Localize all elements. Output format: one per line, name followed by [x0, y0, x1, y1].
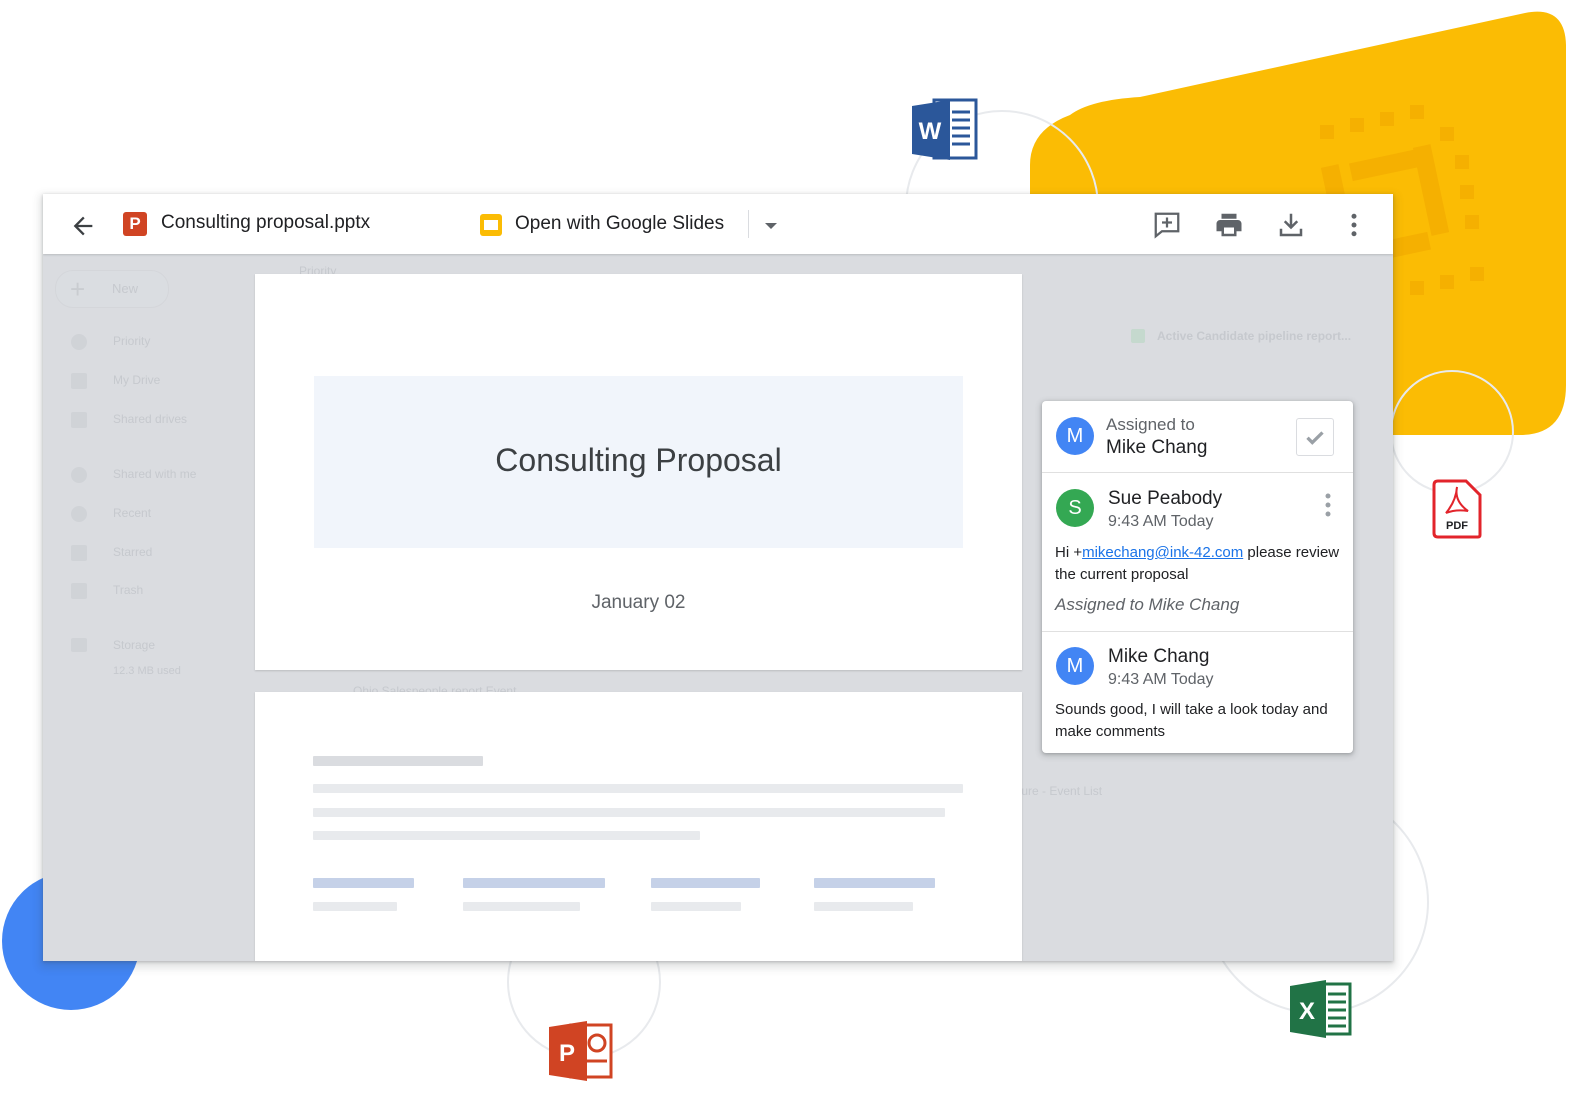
more-vert-icon[interactable]	[1339, 210, 1369, 240]
sidebar-ghost-icon	[71, 545, 87, 561]
heading-placeholder	[313, 756, 483, 766]
avatar: M	[1056, 417, 1094, 455]
powerpoint-file-icon: P	[123, 212, 147, 236]
comment-body: Sounds good, I will take a look today an…	[1055, 701, 1328, 740]
preview-toolbar: P Consulting proposal.pptx Open with Goo…	[43, 194, 1393, 254]
column-header-placeholder	[463, 878, 605, 888]
slide-title: Consulting Proposal	[495, 442, 782, 478]
sidebar-ghost-item: My Drive	[113, 373, 161, 387]
comment-timestamp: 9:43 AM Today	[1108, 513, 1214, 530]
sidebar-ghost-item: Priority	[113, 334, 151, 348]
more-vert-icon[interactable]	[1318, 489, 1338, 521]
sidebar-ghost-icon	[71, 467, 87, 483]
column-text-placeholder	[814, 902, 913, 911]
sidebar-ghost-item: Shared drives	[113, 412, 188, 426]
comment-author: Sue Peabody	[1108, 488, 1223, 509]
comment-body: Hi +mikechang@ink-42.com please review t…	[1055, 542, 1345, 586]
column-text-placeholder	[313, 902, 397, 911]
sidebar-ghost-item: Starred	[113, 545, 153, 559]
avatar: S	[1056, 489, 1094, 527]
text-line-placeholder	[313, 831, 700, 840]
assignee-name: Mike Chang	[1106, 437, 1208, 458]
storage-ghost: 12.3 MB used	[113, 665, 181, 677]
new-button-ghost: + New	[55, 270, 169, 308]
sidebar-ghost-item: Trash	[113, 583, 144, 597]
add-comment-icon[interactable]	[1152, 210, 1182, 240]
comment-item: S Sue Peabody 9:43 AM Today Hi +mikechan…	[1042, 473, 1353, 632]
slide-1[interactable]: Consulting Proposal January 02	[255, 274, 1022, 670]
card-icon-ghost	[1131, 329, 1145, 343]
assignment-note: Assigned to Mike Chang	[1055, 595, 1240, 614]
sidebar-ghost-icon	[71, 412, 87, 428]
assignment-header: M Assigned to Mike Chang	[1042, 401, 1353, 473]
pdf-icon: PDF	[1432, 479, 1482, 539]
excel-icon: X	[1290, 980, 1352, 1038]
text-line-placeholder	[313, 808, 945, 817]
column-text-placeholder	[463, 902, 580, 911]
google-slides-icon	[480, 214, 502, 236]
toolbar-divider	[748, 210, 749, 238]
powerpoint-icon-letter: P	[559, 1040, 575, 1067]
sidebar-ghost-item: Storage	[113, 638, 156, 652]
slide-date: January 02	[591, 592, 686, 613]
assigned-to-label: Assigned to	[1106, 415, 1195, 434]
sidebar-ghost-icon	[71, 506, 87, 522]
download-icon[interactable]	[1276, 210, 1306, 240]
pdf-icon-label: PDF	[1446, 520, 1468, 532]
word-icon: W	[912, 98, 978, 160]
checkmark-icon	[1306, 431, 1324, 445]
file-name: Consulting proposal.pptx	[161, 212, 371, 233]
decorative-ring	[1390, 370, 1514, 494]
card-title-ghost: Active Candidate pipeline report...	[1157, 329, 1352, 343]
open-with-label: Open with Google Slides	[515, 213, 725, 234]
text-line-placeholder	[313, 784, 963, 793]
column-text-placeholder	[651, 902, 741, 911]
column-header-placeholder	[814, 878, 935, 888]
comment-item: M Mike Chang 9:43 AM Today Sounds good, …	[1042, 632, 1353, 752]
comment-body-prefix: Hi +	[1055, 544, 1083, 561]
sidebar-ghost-icon	[71, 373, 87, 389]
event-ghost: ture - Event List	[1018, 784, 1103, 798]
avatar: M	[1056, 647, 1094, 685]
chevron-down-icon[interactable]	[759, 214, 783, 238]
slide-2[interactable]	[255, 692, 1022, 961]
comment-author: Mike Chang	[1108, 646, 1210, 667]
print-icon[interactable]	[1214, 210, 1244, 240]
sidebar-ghost-icon	[71, 583, 87, 599]
comment-timestamp: 9:43 AM Today	[1108, 671, 1214, 688]
powerpoint-icon: P	[549, 1021, 613, 1081]
resolve-button[interactable]	[1296, 418, 1334, 456]
mention-link[interactable]: mikechang@ink-42.com	[1082, 544, 1243, 561]
sidebar-ghost-item: Recent	[113, 506, 152, 520]
comment-thread-card: M Assigned to Mike Chang S Sue Peabody 9…	[1042, 401, 1353, 753]
word-icon-letter: W	[919, 118, 942, 145]
excel-icon-letter: X	[1299, 998, 1315, 1025]
sidebar-ghost-item: Shared with me	[113, 467, 197, 481]
column-header-placeholder	[651, 878, 760, 888]
sidebar-ghost-icon	[71, 638, 87, 652]
back-arrow-icon[interactable]	[69, 212, 97, 240]
title-placeholder: Consulting Proposal	[314, 376, 963, 548]
sidebar-ghost-icon	[71, 334, 87, 350]
column-header-placeholder	[313, 878, 414, 888]
